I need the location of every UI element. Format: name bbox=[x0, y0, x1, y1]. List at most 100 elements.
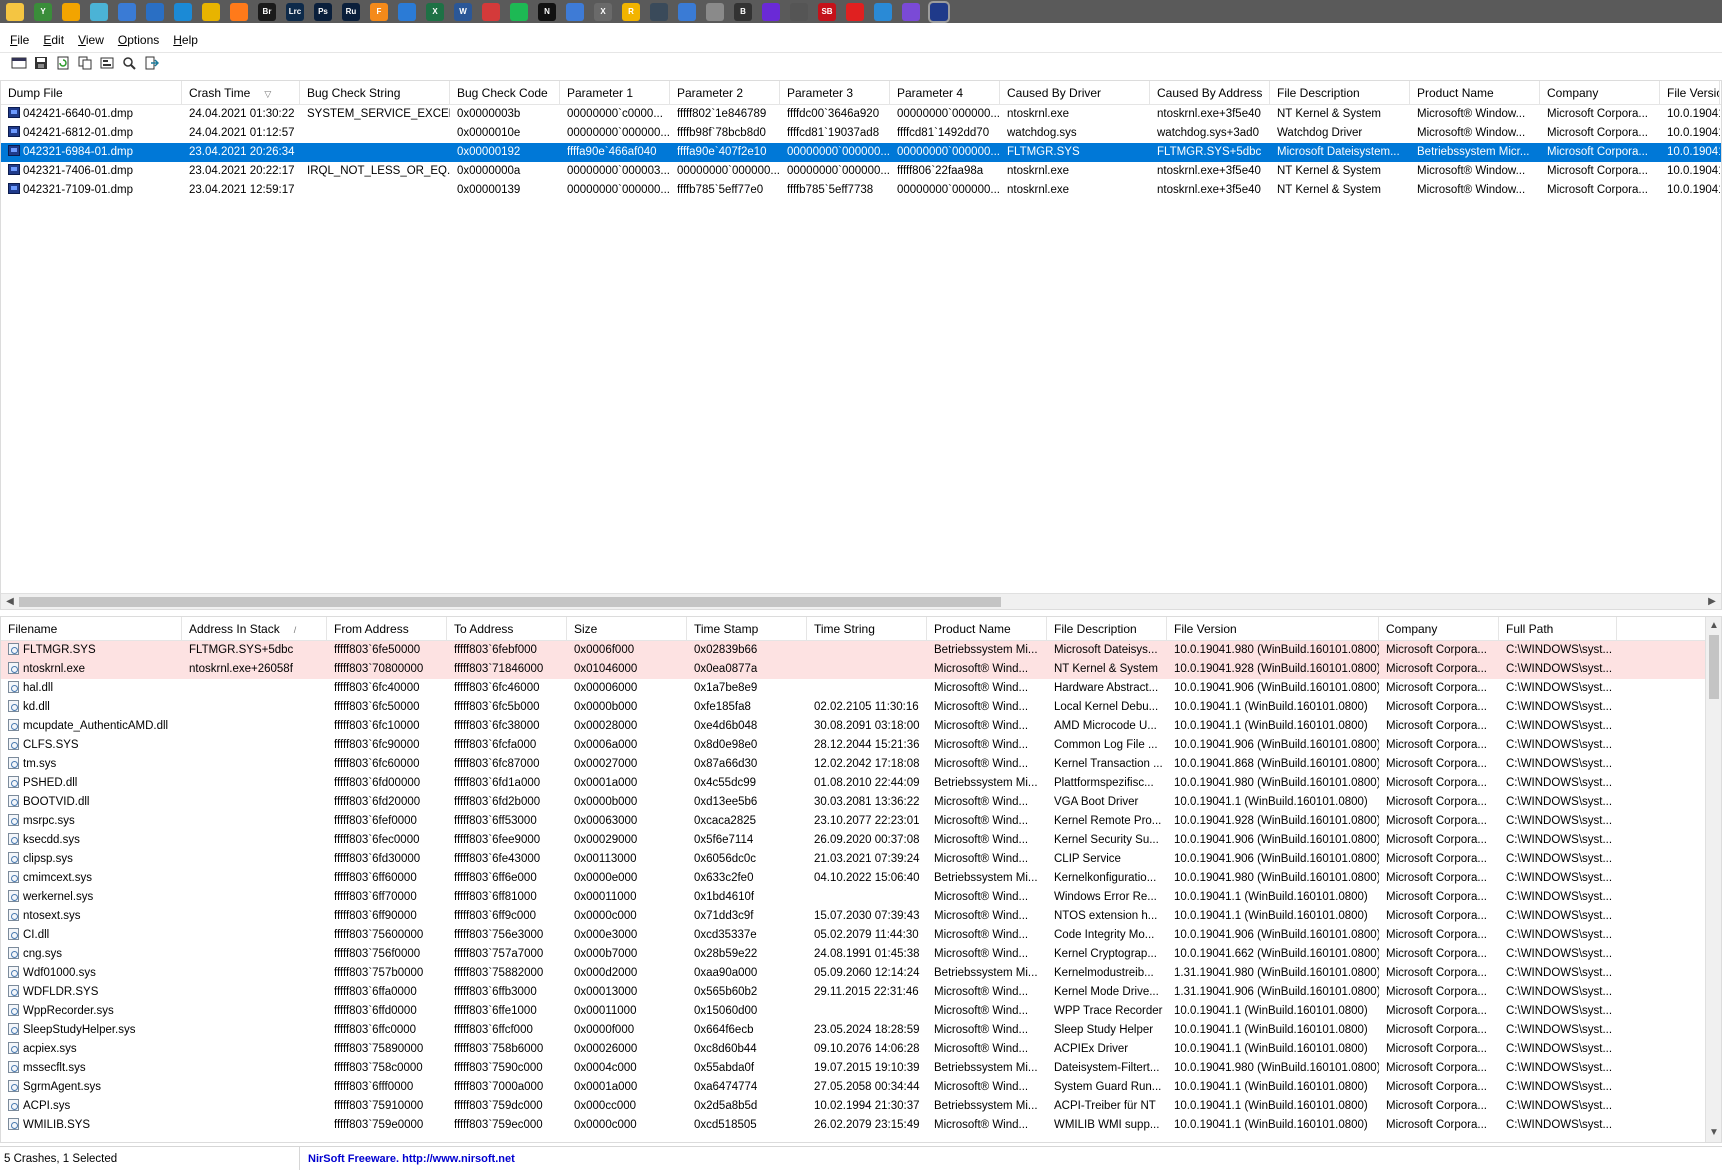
properties-button[interactable] bbox=[10, 56, 28, 74]
driver-row[interactable]: CI.dll fffff803`75600000 fffff803`756e3000… bbox=[1, 926, 1721, 945]
rush-icon[interactable]: Ru bbox=[342, 2, 360, 21]
driver-row[interactable]: SgrmAgent.sys fffff803`6fff0000 fffff803`7… bbox=[1, 1078, 1721, 1097]
menu-options[interactable]: Options bbox=[112, 31, 165, 50]
app-purple-icon[interactable] bbox=[762, 2, 780, 21]
driver-row[interactable]: WDFLDR.SYS fffff803`6ffa0000 fffff803`6ffb… bbox=[1, 983, 1721, 1002]
edge-icon[interactable] bbox=[174, 2, 192, 21]
steam-icon[interactable] bbox=[650, 2, 668, 21]
driver-row[interactable]: FLTMGR.SYS FLTMGR.SYS+5dbc fffff803`6fe500… bbox=[1, 641, 1721, 660]
netflix-icon[interactable]: N bbox=[538, 2, 556, 21]
app-blue-icon[interactable] bbox=[566, 2, 584, 21]
crashes-col-7[interactable]: Parameter 4 bbox=[890, 81, 1000, 104]
crash-list-hscroll[interactable]: ◀ ▶ bbox=[1, 593, 1721, 609]
crash-list-pane[interactable]: Dump File Crash Time ▽ Bug Check String Bug … bbox=[0, 80, 1722, 610]
scroll-down-icon[interactable]: ▼ bbox=[1707, 1126, 1721, 1140]
drivers-col-6[interactable]: Time String bbox=[807, 617, 927, 640]
driver-row[interactable]: ksecdd.sys fffff803`6fec0000 fffff803`6fee… bbox=[1, 831, 1721, 850]
crashes-col-3[interactable]: Bug Check Code bbox=[450, 81, 560, 104]
options-button[interactable] bbox=[98, 56, 116, 74]
refresh-button[interactable] bbox=[54, 56, 72, 74]
driver-row[interactable]: acpiex.sys fffff803`75890000 fffff803`758b… bbox=[1, 1040, 1721, 1059]
crashes-col-5[interactable]: Parameter 2 bbox=[670, 81, 780, 104]
crashes-col-6[interactable]: Parameter 3 bbox=[780, 81, 890, 104]
app-grid-icon[interactable] bbox=[902, 2, 920, 21]
crashes-col-0[interactable]: Dump File bbox=[1, 81, 182, 104]
app-sb-icon[interactable]: SB bbox=[818, 2, 836, 21]
driver-list-pane[interactable]: Filename Address In Stack / From Address To … bbox=[0, 616, 1722, 1143]
hscroll-thumb[interactable] bbox=[19, 597, 1001, 607]
save-button[interactable] bbox=[32, 56, 50, 74]
crashes-col-2[interactable]: Bug Check String bbox=[300, 81, 450, 104]
driver-row[interactable]: ACPI.sys fffff803`75910000 fffff803`759dc0… bbox=[1, 1097, 1721, 1116]
unity-icon[interactable] bbox=[790, 2, 808, 21]
driver-row[interactable]: SleepStudyHelper.sys fffff803`6ffc0000 fff… bbox=[1, 1021, 1721, 1040]
scroll-left-icon[interactable]: ◀ bbox=[3, 595, 17, 609]
driver-row[interactable]: WMILIB.SYS fffff803`759e0000 fffff803`759e… bbox=[1, 1116, 1721, 1135]
drivers-col-11[interactable]: Full Path bbox=[1499, 617, 1617, 640]
scroll-up-icon[interactable]: ▲ bbox=[1707, 619, 1721, 633]
app-b-icon[interactable]: B bbox=[734, 2, 752, 21]
find-button[interactable] bbox=[120, 56, 138, 74]
driver-row[interactable]: clipsp.sys fffff803`6fd30000 fffff803`6fe4… bbox=[1, 850, 1721, 869]
word-icon[interactable]: W bbox=[454, 2, 472, 21]
driver-row[interactable]: BOOTVID.dll fffff803`6fd20000 fffff803`6fd… bbox=[1, 793, 1721, 812]
drivers-col-7[interactable]: Product Name bbox=[927, 617, 1047, 640]
driver-row[interactable]: werkernel.sys fffff803`6ff70000 fffff803`6… bbox=[1, 888, 1721, 907]
driver-list-vscroll[interactable]: ▲ ▼ bbox=[1705, 617, 1721, 1142]
vscroll-thumb[interactable] bbox=[1709, 635, 1719, 699]
app-orange-icon[interactable]: F bbox=[370, 2, 388, 21]
crash-row[interactable]: 042321-7406-01.dmp 23.04.2021 20:22:17 IRQ… bbox=[1, 162, 1721, 181]
scroll-right-icon[interactable]: ▶ bbox=[1705, 595, 1719, 609]
rockstar-icon[interactable]: R bbox=[622, 2, 640, 21]
app-teal-icon[interactable] bbox=[90, 2, 108, 21]
crashes-col-10[interactable]: File Description bbox=[1270, 81, 1410, 104]
drivers-col-3[interactable]: To Address bbox=[447, 617, 567, 640]
xbox-icon[interactable]: X bbox=[594, 2, 612, 21]
crashes-col-1[interactable]: Crash Time ▽ bbox=[182, 81, 300, 104]
crashes-col-11[interactable]: Product Name bbox=[1410, 81, 1540, 104]
crash-row[interactable]: 042321-6984-01.dmp 23.04.2021 20:26:34 0x0… bbox=[1, 143, 1721, 162]
driver-row[interactable]: hal.dll fffff803`6fc40000 fffff803`6fc4600… bbox=[1, 679, 1721, 698]
app-play-icon[interactable] bbox=[678, 2, 696, 21]
nirsoft-link[interactable]: NirSoft Freeware. http://www.nirsoft.net bbox=[300, 1153, 515, 1165]
app-disc-icon[interactable] bbox=[706, 2, 724, 21]
notepad-icon[interactable] bbox=[118, 2, 136, 21]
drivers-col-0[interactable]: Filename bbox=[1, 617, 182, 640]
app-yellow-icon[interactable] bbox=[62, 2, 80, 21]
menu-file[interactable]: File bbox=[4, 31, 35, 50]
photos-icon[interactable] bbox=[146, 2, 164, 21]
drivers-col-2[interactable]: From Address bbox=[327, 617, 447, 640]
app-green-icon[interactable]: Y bbox=[34, 2, 52, 21]
youtube-icon[interactable] bbox=[846, 2, 864, 21]
driver-row[interactable]: cng.sys fffff803`756f0000 fffff803`757a700… bbox=[1, 945, 1721, 964]
excel-icon[interactable]: X bbox=[426, 2, 444, 21]
filter-icon[interactable] bbox=[398, 2, 416, 21]
mic-icon[interactable] bbox=[482, 2, 500, 21]
photoshop-icon[interactable]: Ps bbox=[314, 2, 332, 21]
crashes-col-4[interactable]: Parameter 1 bbox=[560, 81, 670, 104]
crash-row[interactable]: 042421-6640-01.dmp 24.04.2021 01:30:22 SYS… bbox=[1, 105, 1721, 124]
driver-row[interactable]: CLFS.SYS fffff803`6fc90000 fffff803`6fcfa0… bbox=[1, 736, 1721, 755]
copy-button[interactable] bbox=[76, 56, 94, 74]
explorer-icon[interactable] bbox=[6, 2, 24, 21]
driver-row[interactable]: msrpc.sys fffff803`6fef0000 fffff803`6ff53… bbox=[1, 812, 1721, 831]
driver-row[interactable]: mssecflt.sys fffff803`758c0000 fffff803`75… bbox=[1, 1059, 1721, 1078]
driver-row[interactable]: ntosext.sys fffff803`6ff90000 fffff803`6ff… bbox=[1, 907, 1721, 926]
lightroom-icon[interactable]: Lrc bbox=[286, 2, 304, 21]
crashes-col-9[interactable]: Caused By Address bbox=[1150, 81, 1270, 104]
drivers-col-1[interactable]: Address In Stack / bbox=[182, 617, 327, 640]
app-wave-icon[interactable] bbox=[874, 2, 892, 21]
menu-help[interactable]: Help bbox=[167, 31, 204, 50]
crashes-col-13[interactable]: File Versio bbox=[1660, 81, 1720, 104]
driver-row[interactable]: PSHED.dll fffff803`6fd00000 fffff803`6fd1a… bbox=[1, 774, 1721, 793]
bluescreenview-icon[interactable] bbox=[928, 0, 950, 23]
driver-row[interactable]: WppRecorder.sys fffff803`6ffd0000 fffff803… bbox=[1, 1002, 1721, 1021]
driver-row[interactable]: tm.sys fffff803`6fc60000 fffff803`6fc87000… bbox=[1, 755, 1721, 774]
menu-edit[interactable]: Edit bbox=[37, 31, 70, 50]
bridge-icon[interactable]: Br bbox=[258, 2, 276, 21]
driver-row[interactable]: Wdf01000.sys fffff803`757b0000 fffff803`75… bbox=[1, 964, 1721, 983]
driver-row[interactable]: mcupdate_AuthenticAMD.dll fffff803`6fc100… bbox=[1, 717, 1721, 736]
drivers-col-5[interactable]: Time Stamp bbox=[687, 617, 807, 640]
drivers-col-9[interactable]: File Version bbox=[1167, 617, 1379, 640]
chrome-icon[interactable] bbox=[202, 2, 220, 21]
